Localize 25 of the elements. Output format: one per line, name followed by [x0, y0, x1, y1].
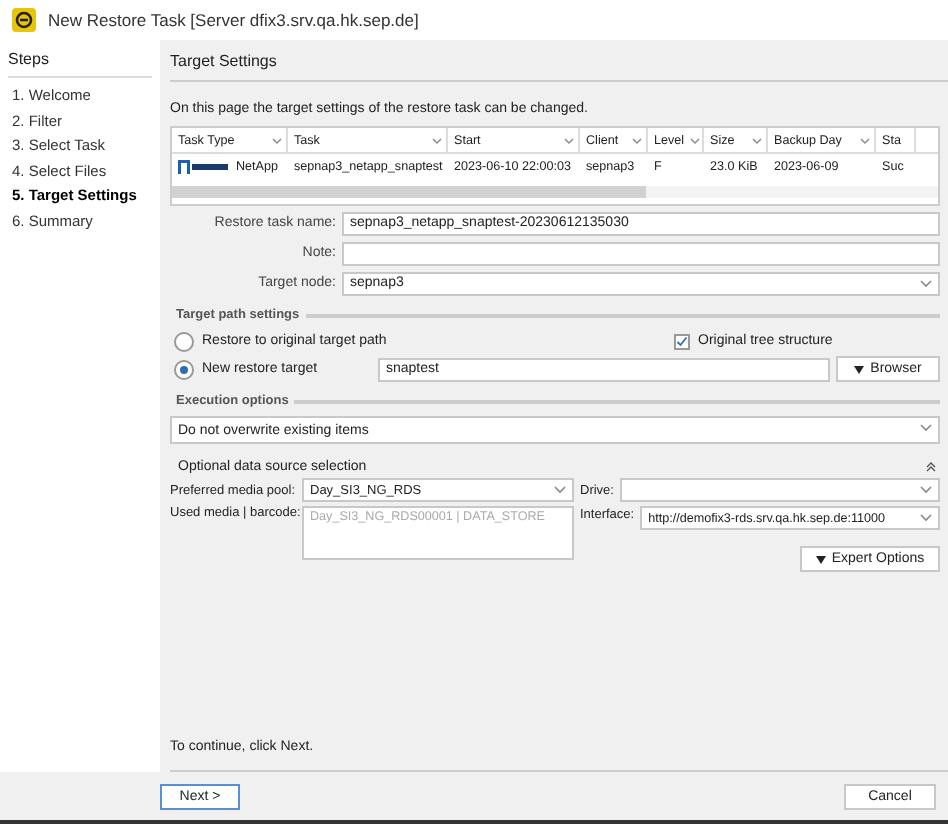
sort-chevron-icon[interactable]: [272, 137, 282, 143]
netapp-logo-icon: [178, 159, 230, 173]
sort-chevron-icon[interactable]: [752, 137, 762, 143]
dropdown-chevron-icon[interactable]: [554, 486, 566, 494]
sort-chevron-icon[interactable]: [432, 137, 442, 143]
caret-icon: [854, 365, 865, 373]
note-field[interactable]: [342, 241, 940, 265]
scrollbar-thumb[interactable]: [172, 186, 647, 198]
dropdown-chevron-icon[interactable]: [920, 279, 932, 287]
collapse-icon[interactable]: [926, 461, 940, 471]
radio-button[interactable]: [174, 359, 194, 379]
sort-chevron-icon[interactable]: [632, 137, 642, 143]
sort-chevron-icon[interactable]: [860, 137, 870, 143]
sort-chevron-icon[interactable]: [564, 137, 574, 143]
dropdown-chevron-icon[interactable]: [920, 424, 932, 432]
sort-chevron-icon[interactable]: [690, 137, 701, 143]
window-title: New Restore Task [Server dfix3.srv.qa.hk.sep.de]: [48, 10, 419, 30]
steps-heading: Steps: [8, 44, 152, 78]
caret-icon: [815, 555, 826, 563]
dropdown-chevron-icon[interactable]: [920, 486, 932, 494]
radio-button[interactable]: [174, 331, 194, 351]
page-title: Target Settings: [170, 40, 948, 82]
app-logo-icon: [12, 8, 36, 32]
dropdown-chevron-icon[interactable]: [920, 514, 932, 522]
checkbox[interactable]: [674, 333, 690, 349]
